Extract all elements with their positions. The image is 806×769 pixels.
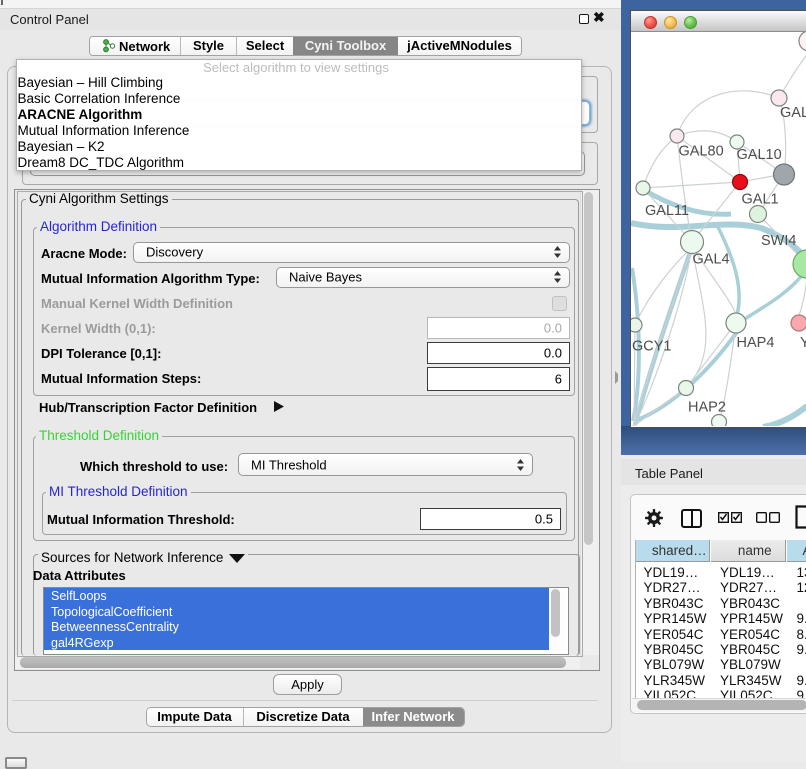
svg-text:GAL10: GAL10 xyxy=(737,147,782,163)
svg-text:SWI4: SWI4 xyxy=(761,233,796,249)
svg-text:GAL11: GAL11 xyxy=(645,203,689,219)
svg-text:Y: Y xyxy=(800,335,806,351)
svg-text:HAP2: HAP2 xyxy=(688,400,726,416)
svg-text:HAP4: HAP4 xyxy=(737,335,775,351)
svg-text:GAL4: GAL4 xyxy=(693,252,730,268)
svg-text:GCY1: GCY1 xyxy=(632,339,672,355)
svg-text:GAL: GAL xyxy=(780,105,806,121)
svg-text:GAL1: GAL1 xyxy=(742,192,779,208)
svg-text:GAL80: GAL80 xyxy=(679,144,724,160)
